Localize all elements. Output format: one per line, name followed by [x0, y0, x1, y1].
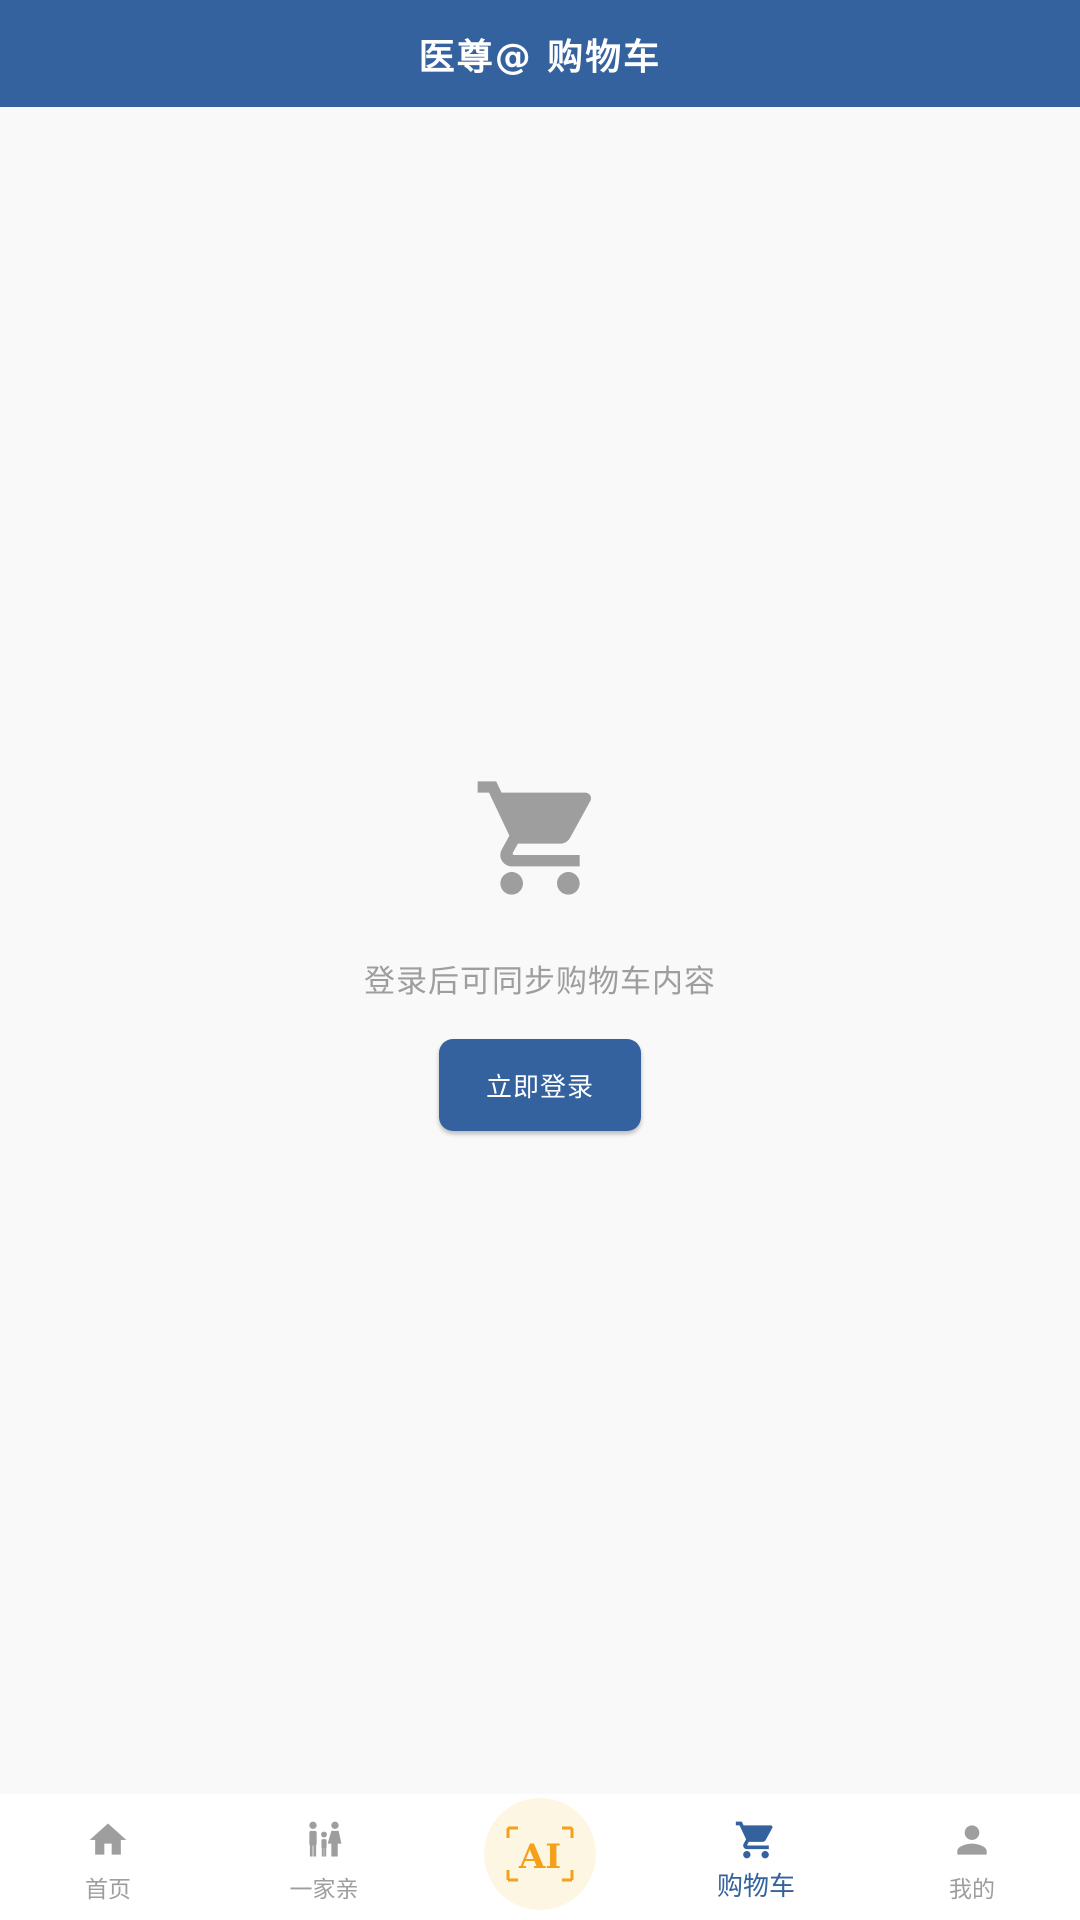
- tab-family[interactable]: 一家亲: [216, 1794, 432, 1920]
- tab-cart[interactable]: 购物车: [648, 1794, 864, 1920]
- empty-cart-state: 登录后可同步购物车内容 立即登录: [0, 770, 1080, 1131]
- app-bar: 医尊@ 购物车: [0, 0, 1080, 107]
- shopping-cart-icon: [735, 1821, 773, 1859]
- person-icon: [957, 1825, 987, 1855]
- bottom-tab-bar: 首页 一家亲 AI 购物车 我的: [0, 1794, 1080, 1920]
- page-title: 医尊@ 购物车: [418, 36, 662, 78]
- tab-profile-label: 我的: [949, 1877, 995, 1903]
- ai-bracket-icon: AI: [506, 1826, 574, 1882]
- shopping-cart-icon: [477, 781, 591, 895]
- home-icon: [89, 1823, 127, 1855]
- tab-profile[interactable]: 我的: [864, 1794, 1080, 1920]
- tab-ai[interactable]: AI: [432, 1794, 648, 1920]
- tab-home-label: 首页: [85, 1877, 131, 1903]
- tab-cart-label: 购物车: [716, 1872, 795, 1902]
- ai-icon: AI: [484, 1798, 596, 1910]
- ai-label: AI: [518, 1837, 561, 1877]
- tab-family-label: 一家亲: [289, 1877, 359, 1903]
- cart-screen: 医尊@ 购物车 登录后可同步购物车内容 立即登录 首页 一家亲 AI 购物车 我…: [0, 0, 1080, 1920]
- empty-cart-message: 登录后可同步购物车内容: [364, 964, 716, 1000]
- tab-home[interactable]: 首页: [0, 1794, 216, 1920]
- login-button[interactable]: 立即登录: [439, 1039, 641, 1131]
- family-icon: [309, 1821, 342, 1857]
